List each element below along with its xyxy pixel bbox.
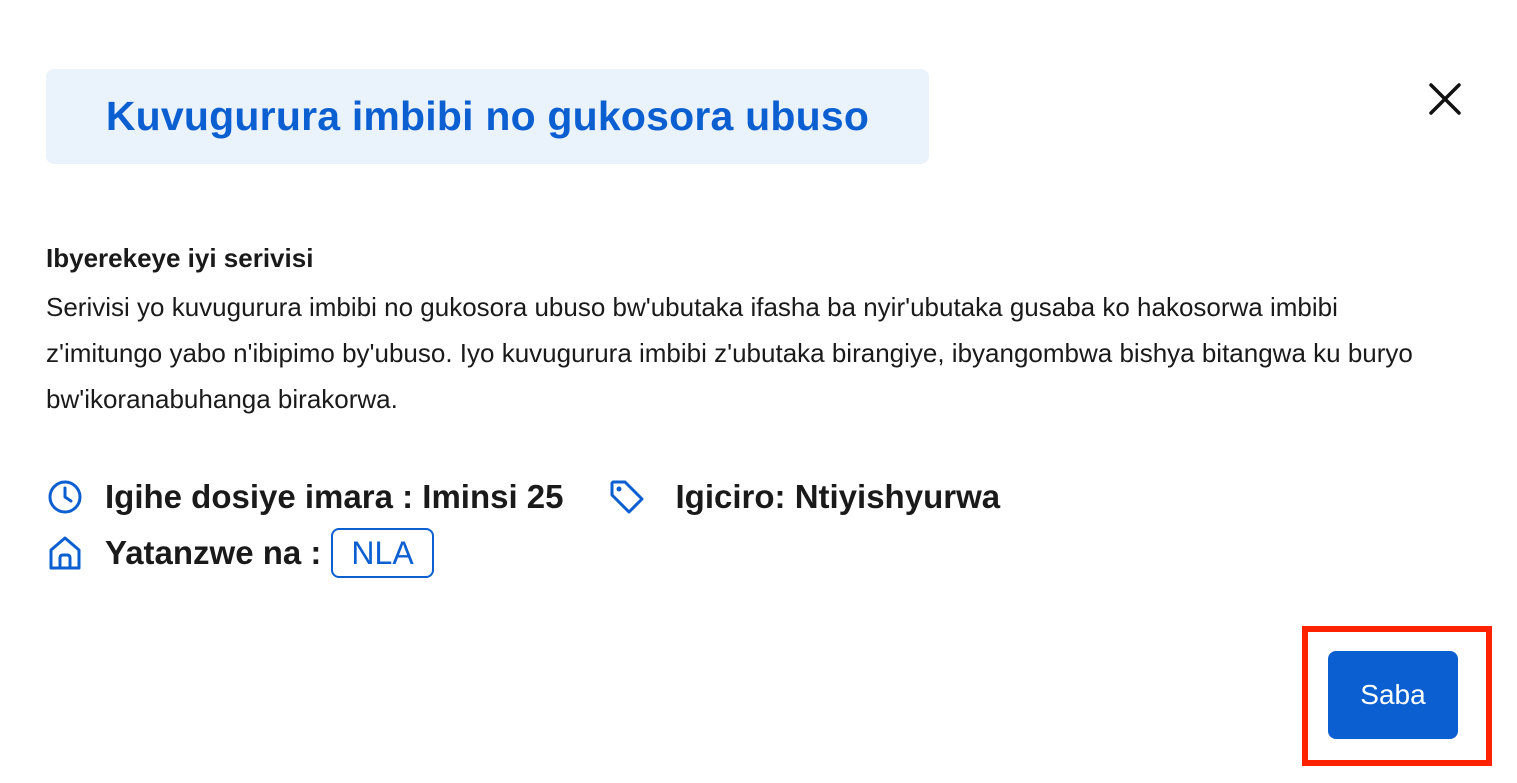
clock-icon [46, 478, 84, 516]
tag-icon [608, 478, 646, 516]
provider-label: Yatanzwe na : [105, 534, 322, 571]
provider-badge: NLA [331, 528, 434, 578]
home-icon [46, 534, 84, 572]
price-group: Igiciro: Ntiyishyurwa [608, 478, 1001, 516]
duration-label: Igihe dosiye imara : Iminsi 25 [105, 478, 564, 515]
about-description: Serivisi yo kuvugurura imbibi no gukosor… [46, 292, 1413, 414]
apply-button[interactable]: Saba [1328, 651, 1458, 739]
about-heading: Ibyerekeye iyi serivisi [46, 243, 314, 273]
meta-row-duration-price: Igihe dosiye imara : Iminsi 25 Igiciro: … [46, 478, 1000, 516]
meta-row-provider: Yatanzwe na : NLA [46, 528, 434, 578]
close-button[interactable] [1422, 76, 1468, 122]
dialog-title-box: Kuvugurura imbibi no gukosora ubuso [46, 69, 929, 164]
dialog-title: Kuvugurura imbibi no gukosora ubuso [105, 93, 870, 139]
price-label: Igiciro: Ntiyishyurwa [675, 478, 1001, 515]
service-dialog: Kuvugurura imbibi no gukosora ubuso Ibye… [0, 0, 1517, 783]
close-icon [1429, 83, 1461, 115]
